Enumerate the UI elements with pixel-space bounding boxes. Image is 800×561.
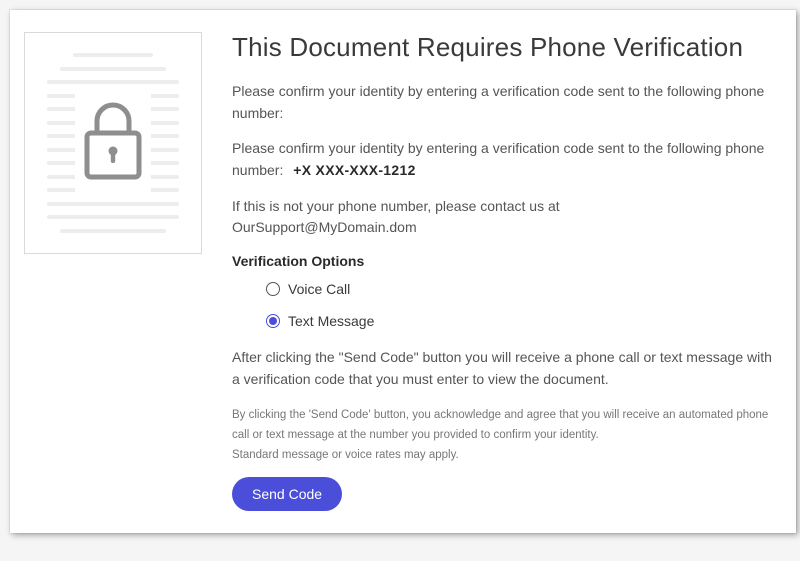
instruction-line-1: Please confirm your identity by entering… [232,81,772,124]
page-title: This Document Requires Phone Verificatio… [232,32,772,63]
option-voice-call[interactable]: Voice Call [266,281,772,297]
support-contact-line: If this is not your phone number, please… [232,196,772,239]
verification-options-group: Voice Call Text Message [232,281,772,329]
content-column: This Document Requires Phone Verificatio… [202,32,772,511]
radio-text-message[interactable] [266,314,280,328]
verification-options-heading: Verification Options [232,253,772,269]
not-your-number-text: If this is not your phone number, please… [232,198,560,214]
option-text-message-label: Text Message [288,313,374,329]
radio-voice-call[interactable] [266,282,280,296]
send-code-button[interactable]: Send Code [232,477,342,511]
phone-number-value: +X XXX-XXX-1212 [293,162,415,178]
document-preview-column [24,32,202,511]
verification-dialog: This Document Requires Phone Verificatio… [10,10,796,533]
lock-icon [75,93,151,194]
option-text-message[interactable]: Text Message [266,313,772,329]
support-email: OurSupport@MyDomain.dom [232,219,417,235]
document-thumbnail [24,32,202,254]
disclaimer-text: By clicking the 'Send Code' button, you … [232,405,772,465]
after-send-explainer: After clicking the "Send Code" button yo… [232,347,772,390]
instruction-line-2: Please confirm your identity by entering… [232,138,772,181]
option-voice-call-label: Voice Call [288,281,350,297]
